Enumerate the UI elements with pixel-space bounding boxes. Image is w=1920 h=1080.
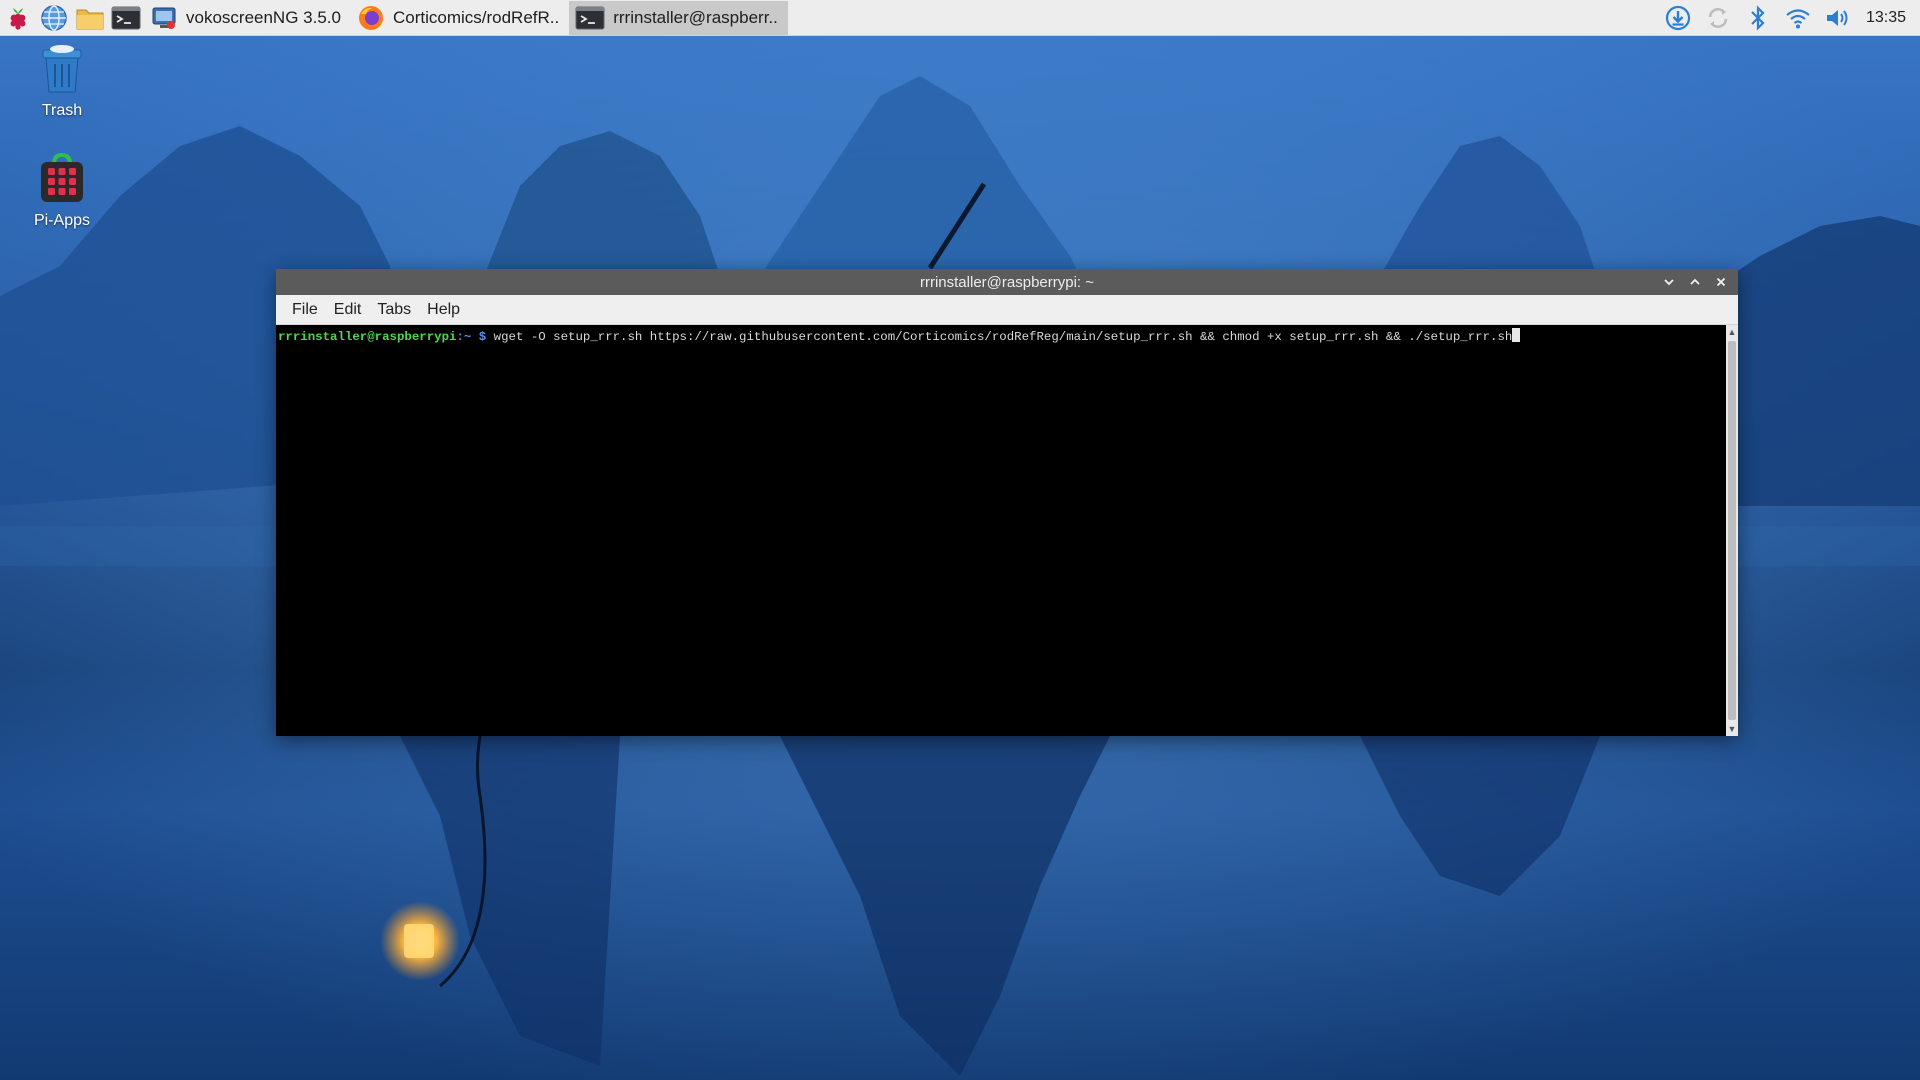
sync-button[interactable] — [1698, 0, 1738, 36]
close-icon — [1716, 277, 1726, 287]
task-vokoscreen[interactable]: vokoscreenNG 3.5.0 — [144, 1, 351, 35]
terminal-icon — [575, 6, 605, 29]
task-label: rrrinstaller@raspberr.. — [613, 7, 778, 27]
firefox-icon — [358, 5, 383, 30]
pi-apps-icon — [41, 152, 83, 202]
raspberry-menu-button[interactable] — [0, 0, 36, 36]
taskbar: vokoscreenNG 3.5.0 Corticomics/rodRefR..… — [0, 0, 1920, 36]
wifi-button[interactable] — [1778, 0, 1818, 36]
task-label: vokoscreenNG 3.5.0 — [186, 7, 341, 27]
minimize-button[interactable] — [1656, 269, 1682, 295]
terminal-menubar: File Edit Tabs Help — [276, 295, 1738, 325]
scrollbar-thumb[interactable] — [1728, 341, 1736, 720]
scroll-up-icon[interactable]: ▲ — [1726, 325, 1738, 339]
task-firefox[interactable]: Corticomics/rodRefR.. — [351, 1, 569, 35]
clock[interactable]: 13:35 — [1858, 9, 1920, 27]
desktop-icon-label: Pi-Apps — [33, 212, 91, 229]
desktop-icon-label: Trash — [41, 102, 83, 119]
prompt-user: rrrinstaller@raspberrypi — [278, 330, 457, 344]
menu-tabs[interactable]: Tabs — [369, 301, 419, 319]
volume-icon — [1826, 9, 1848, 26]
terminal-scrollbar[interactable]: ▲ ▼ — [1726, 325, 1738, 736]
terminal-window: rrrinstaller@raspberrypi: ~ File Edit Ta… — [276, 269, 1738, 736]
task-terminal[interactable]: rrrinstaller@raspberr.. — [569, 0, 788, 35]
text-cursor — [1512, 328, 1521, 342]
menu-edit[interactable]: Edit — [326, 301, 370, 319]
close-button[interactable] — [1708, 269, 1734, 295]
maximize-button[interactable] — [1682, 269, 1708, 295]
download-icon — [1665, 5, 1691, 30]
web-browser-icon — [41, 4, 67, 31]
bluetooth-button[interactable] — [1738, 0, 1778, 36]
desktop-icon-pi-apps[interactable]: Pi-Apps — [7, 152, 117, 230]
window-controls — [1656, 269, 1734, 295]
wifi-icon — [1786, 8, 1810, 28]
updater-button[interactable] — [1658, 0, 1698, 36]
command-line: wget -O setup_rrr.sh https://raw.githubu… — [486, 330, 1513, 344]
terminal-output[interactable]: rrrinstaller@raspberrypi:~ $ wget -O set… — [276, 325, 1726, 736]
system-tray: 13:35 — [1658, 0, 1920, 36]
bluetooth-icon — [1751, 4, 1765, 31]
menu-file[interactable]: File — [284, 301, 326, 319]
window-title: rrrinstaller@raspberrypi: ~ — [919, 273, 1095, 291]
raspberry-menu-icon — [10, 7, 26, 30]
menu-help[interactable]: Help — [419, 301, 468, 319]
sync-icon — [1708, 7, 1728, 28]
task-label: Corticomics/rodRefR.. — [392, 7, 560, 27]
chevron-down-icon — [1664, 279, 1674, 286]
terminal-launcher[interactable] — [108, 0, 144, 36]
terminal-icon — [111, 6, 141, 29]
chevron-up-icon — [1690, 278, 1700, 285]
web-browser-launcher[interactable] — [36, 0, 72, 36]
file-manager-launcher[interactable] — [72, 0, 108, 36]
desktop-icon-trash[interactable]: Trash — [7, 44, 117, 120]
trash-icon — [42, 45, 82, 93]
prompt-path: :~ $ — [456, 330, 487, 344]
volume-button[interactable] — [1818, 0, 1858, 36]
window-titlebar[interactable]: rrrinstaller@raspberrypi: ~ — [276, 269, 1738, 295]
file-manager-icon — [76, 9, 104, 29]
scroll-down-icon[interactable]: ▼ — [1726, 722, 1738, 736]
vokoscreen-icon — [152, 7, 176, 29]
